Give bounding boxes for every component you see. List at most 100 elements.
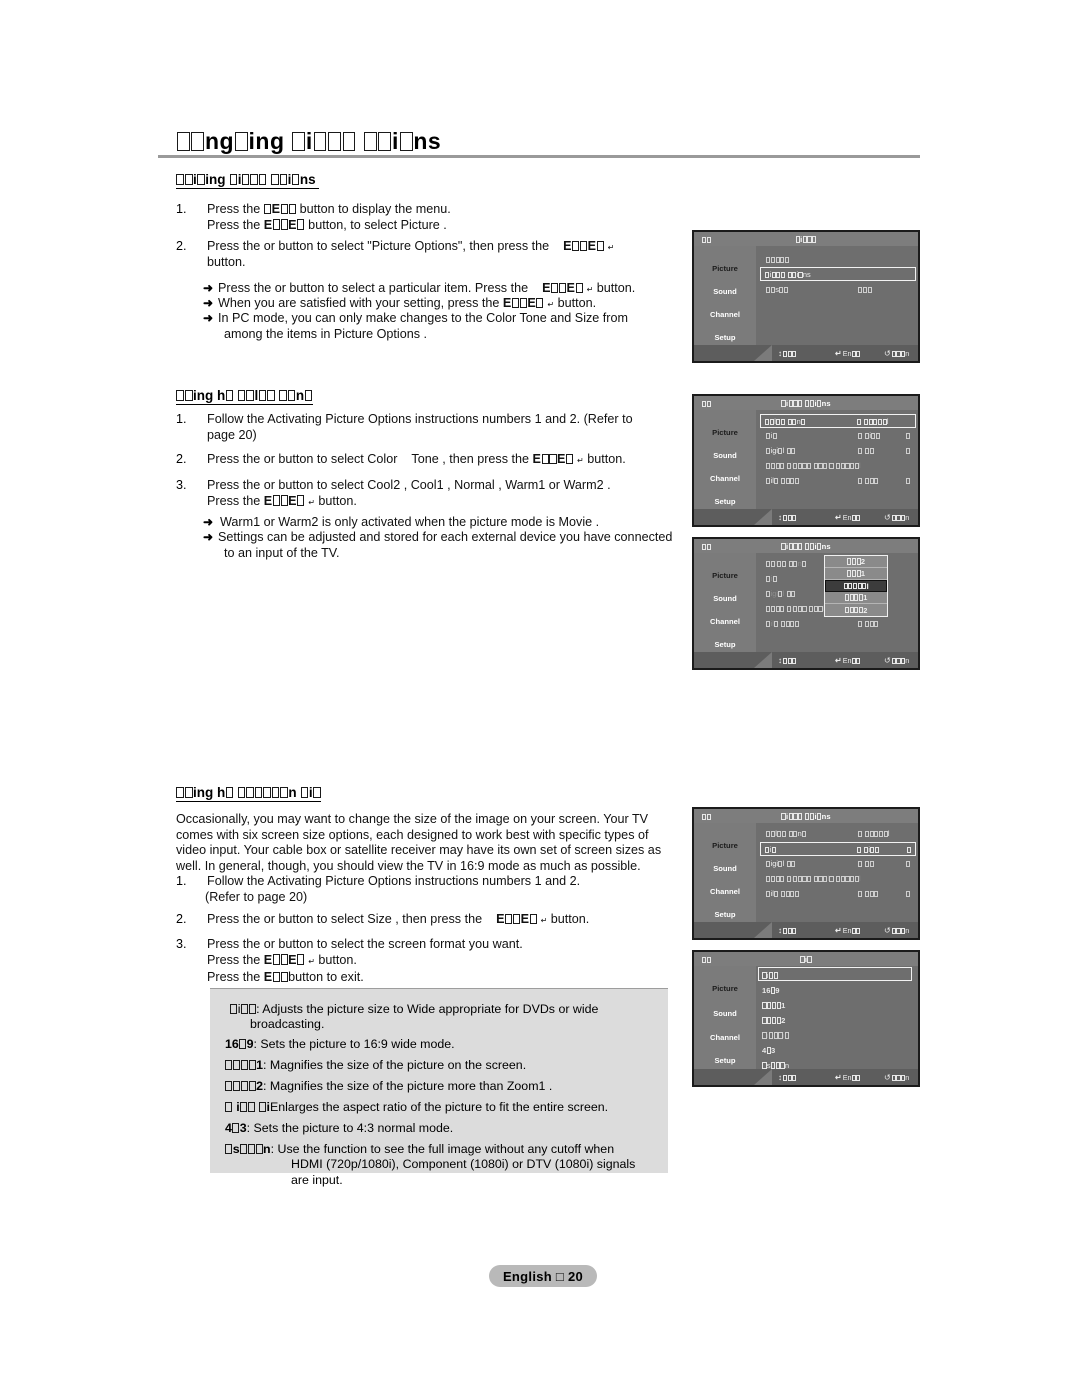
osd-row-size[interactable]: i i — [762, 429, 914, 442]
osd-size-item-4-3[interactable]: 43 — [762, 1043, 789, 1058]
info-item-16-9: 16 9: Sets the picture to 16:9 wide mode. — [225, 1037, 455, 1051]
enter-icon: ↵ — [835, 655, 842, 665]
note-arrow-icon: ➜ — [203, 530, 214, 544]
updown-icon: ↕ — [778, 1072, 782, 1082]
page-title: ng ing i i ns — [176, 128, 916, 155]
osd-return-control[interactable]: ↺ n — [884, 349, 909, 358]
osd-sidebar-item-picture[interactable]: Picture — [694, 571, 756, 580]
osd-sidebar-item-setup[interactable]: Setup — [694, 1056, 756, 1065]
osd-return-control[interactable]: ↺ n — [884, 513, 909, 522]
osd-bottombar: ↕ ↵ En ↺ n — [694, 1069, 918, 1085]
osd-enter-control[interactable]: ↵ En — [835, 926, 861, 935]
step-text: Press the or button to select "Picture O… — [207, 239, 615, 269]
osd-sidebar-item-picture[interactable]: Picture — [694, 841, 756, 850]
osd-row-reset[interactable]: s — [762, 283, 914, 296]
osd-return-control[interactable]: ↺ n — [884, 926, 909, 935]
note-arrow-icon: ➜ — [203, 311, 214, 325]
osd-sidebar-item-setup[interactable]: Setup — [694, 640, 756, 649]
osd-move-control[interactable]: ↕ — [778, 349, 797, 358]
osd-sidebar-item-setup[interactable]: Setup — [694, 333, 756, 342]
step-number: 2. — [176, 912, 187, 926]
updown-icon: ↕ — [778, 925, 782, 935]
osd-return-control[interactable]: ↺ n — [884, 656, 909, 665]
osd-row-digital-nr[interactable]: igi l — [762, 857, 914, 870]
osd-return-control[interactable]: ↺ n — [884, 1073, 909, 1082]
osd-popup-item-cool1[interactable]: 1 — [825, 568, 887, 580]
osd-row-film-mode[interactable]: il — [762, 617, 914, 630]
osd-popup-item-normal[interactable]: l — [825, 580, 887, 592]
osd-enter-control[interactable]: ↵ En — [835, 656, 861, 665]
osd-enter-control[interactable]: ↵ En — [835, 349, 861, 358]
osd-sidebar-item-sound[interactable]: Sound — [694, 594, 756, 603]
info-item-zoom2: 2: Magnifies the size of the picture mor… — [225, 1079, 650, 1094]
osd-row-film-mode[interactable]: il — [762, 887, 914, 900]
step-text: Press the or button to select the screen… — [207, 937, 523, 967]
footer-page-label: English □ 20 — [489, 1265, 597, 1287]
osd-enter-control[interactable]: ↵ En — [835, 1073, 861, 1082]
return-icon: ↺ — [884, 348, 891, 358]
osd-row-color-tone[interactable]: l n l — [760, 414, 916, 428]
osd-sidebar-item-setup[interactable]: Setup — [694, 497, 756, 506]
osd-corner-shape — [754, 922, 772, 938]
return-icon: ↺ — [884, 655, 891, 665]
section-heading-color-tone: ing h l n — [176, 388, 313, 405]
osd-corner-shape — [754, 509, 772, 525]
osd-popup-item-warm2[interactable]: 2 — [825, 604, 887, 616]
osd-sidebar-item-sound[interactable]: Sound — [694, 864, 756, 873]
osd-bottombar: ↕ ↵ En ↺ n — [694, 345, 918, 361]
note-text: Press the or button to select a particul… — [218, 281, 636, 295]
osd-sidebar-item-setup[interactable]: Setup — [694, 910, 756, 919]
osd-sidebar-item-sound[interactable]: Sound — [694, 451, 756, 460]
step-number: 2. — [176, 452, 187, 466]
step-text: Press the or button to select Size , the… — [207, 912, 590, 926]
osd-sidebar: Picture Sound Channel Setup Input — [694, 553, 756, 668]
osd-corner-shape — [754, 1069, 772, 1085]
osd-row-film-mode[interactable]: il — [762, 474, 914, 487]
osd-size-item-wide[interactable]: i — [762, 968, 789, 983]
osd-row-mode[interactable] — [762, 253, 914, 266]
osd-title: i i ns — [694, 542, 918, 551]
step-number: 1. — [176, 412, 187, 426]
osd-sidebar-item-channel[interactable]: Channel — [694, 887, 756, 896]
osd-bottombar: ↕ ↵ En ↺ n — [694, 922, 918, 938]
step-text: Press the or button to select Cool2 , Co… — [207, 478, 611, 508]
osd-sidebar: Picture Sound Channel Setup Input — [694, 823, 756, 938]
osd-row-digital-nr[interactable]: igi l — [762, 444, 914, 457]
osd-row-color-tone[interactable]: l n l — [762, 827, 914, 840]
osd-sidebar-item-sound[interactable]: Sound — [694, 1009, 756, 1018]
return-icon: ↺ — [884, 1072, 891, 1082]
osd-size-item-zoom2[interactable]: 2 — [762, 1013, 789, 1028]
osd-sidebar-item-picture[interactable]: Picture — [694, 264, 756, 273]
step-number: 3. — [176, 478, 187, 492]
osd-size-item-16-9[interactable]: 16 9 — [762, 983, 789, 998]
osd-body: i i ns s — [756, 246, 918, 345]
osd-sidebar-item-picture[interactable]: Picture — [694, 984, 756, 993]
footer-text: English □ 20 — [502, 1268, 584, 1284]
osd-sidebar: Picture Sound Channel Setup Input — [694, 410, 756, 525]
osd-sidebar-item-picture[interactable]: Picture — [694, 428, 756, 437]
osd-sidebar-item-sound[interactable]: Sound — [694, 287, 756, 296]
osd-move-control[interactable]: ↕ — [778, 656, 797, 665]
note-arrow-icon: ➜ — [203, 296, 214, 310]
osd-sidebar-item-channel[interactable]: Channel — [694, 474, 756, 483]
osd-enter-control[interactable]: ↵ En — [835, 513, 861, 522]
osd-sidebar-item-channel[interactable]: Channel — [694, 617, 756, 626]
osd-popup-item-warm1[interactable]: 1 — [825, 592, 887, 604]
note-arrow-icon: ➜ — [203, 515, 214, 529]
osd-row-size[interactable]: i i — [760, 842, 916, 856]
osd-row-picture-options[interactable]: i i ns — [760, 267, 916, 281]
title-divider — [158, 155, 920, 158]
osd-sidebar-item-channel[interactable]: Channel — [694, 1033, 756, 1042]
osd-colortone-popup[interactable]: 2 1 l 1 2 — [824, 555, 888, 617]
section-heading-activating: i ing i i ns — [176, 172, 320, 189]
osd-sidebar-item-channel[interactable]: Channel — [694, 310, 756, 319]
manual-page: ng ing i i ns i ing i i ns 1. Press the E bu… — [0, 0, 1080, 1397]
step-text: Press the E button to display the menu. … — [207, 202, 451, 232]
osd-size-item-zoom1[interactable]: 1 — [762, 998, 789, 1013]
osd-move-control[interactable]: ↕ — [778, 926, 797, 935]
osd-popup-item-cool2[interactable]: 2 — [825, 556, 887, 568]
osd-move-control[interactable]: ↕ — [778, 513, 797, 522]
osd-move-control[interactable]: ↕ — [778, 1073, 797, 1082]
osd-body: l n l i i igi l i l l il — [756, 410, 918, 509]
step-text: Follow the Activating Picture Options in… — [207, 412, 633, 442]
